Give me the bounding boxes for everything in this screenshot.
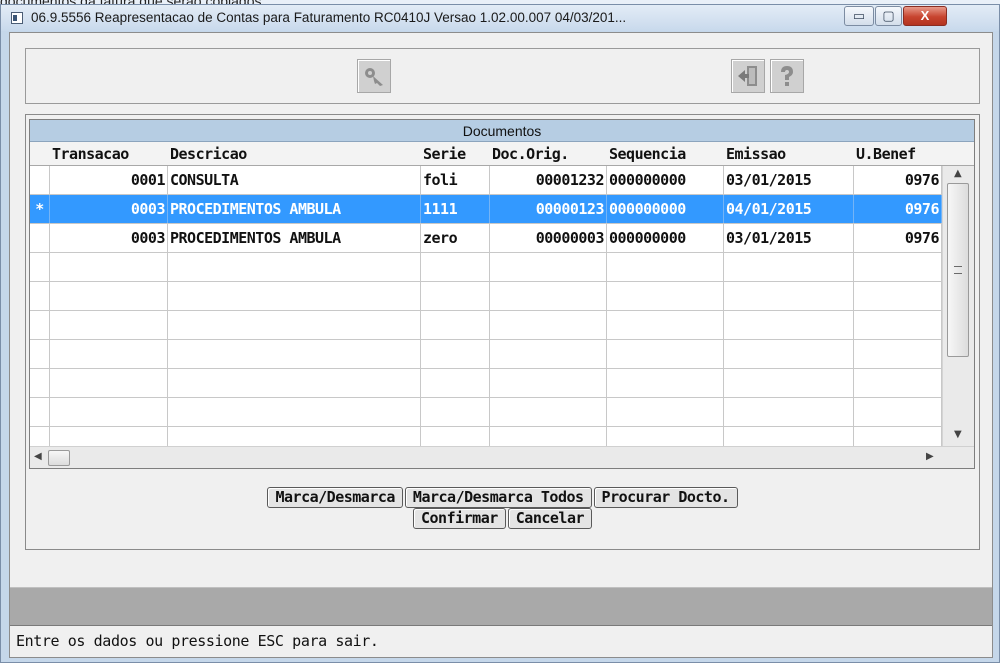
cell-doc-orig[interactable]: 00000123 (490, 195, 607, 223)
status-bar: Entre os dados ou pressione ESC para sai… (10, 625, 992, 657)
toolbar-button-key[interactable] (357, 59, 391, 93)
column-header-doc-orig[interactable]: Doc.Orig. (490, 142, 607, 165)
row-marker[interactable] (30, 166, 50, 194)
column-header-u-benef[interactable]: U.Benef (854, 142, 942, 165)
cell-serie[interactable]: zero (421, 224, 490, 252)
toolbar-button-exit[interactable] (731, 59, 765, 93)
cell-sequencia[interactable]: 000000000 (607, 224, 724, 252)
cell-transacao[interactable]: 0001 (50, 166, 168, 194)
message-band (10, 587, 992, 625)
grid-title: Documentos (30, 120, 974, 142)
app-window: 06.9.5556 Reapresentacao de Contas para … (0, 4, 1000, 663)
cell-serie[interactable]: 1111 (421, 195, 490, 223)
scroll-up-arrow-icon[interactable]: ▲ (954, 169, 962, 179)
row-marker[interactable] (30, 224, 50, 252)
maximize-button[interactable]: ▢ (875, 6, 902, 26)
window-title: 06.9.5556 Reapresentacao de Contas para … (31, 10, 627, 25)
help-question-icon (781, 66, 793, 86)
cancelar-button[interactable]: Cancelar (507, 508, 593, 529)
grid-rows: 0001 CONSULTA foli 00001232 000000000 03… (30, 166, 942, 456)
table-row[interactable]: 0001 CONSULTA foli 00001232 000000000 03… (30, 166, 942, 195)
title-bar[interactable]: 06.9.5556 Reapresentacao de Contas para … (1, 5, 999, 31)
confirmar-button[interactable]: Confirmar (412, 508, 506, 529)
action-buttons-row-2: Confirmar Cancelar (26, 508, 979, 529)
cell-descricao[interactable]: PROCEDIMENTOS AMBULA (168, 195, 421, 223)
documents-frame: Documentos Transacao Descricao Serie Doc… (25, 114, 980, 550)
procurar-docto-button[interactable]: Procurar Docto. (593, 487, 738, 508)
cell-serie[interactable]: foli (421, 166, 490, 194)
app-window-icon[interactable] (11, 12, 23, 24)
column-header-emissao[interactable]: Emissao (724, 142, 854, 165)
vertical-scrollbar[interactable]: ▲ ▼ (942, 166, 974, 446)
empty-row[interactable] (30, 398, 942, 427)
empty-row[interactable] (30, 282, 942, 311)
horizontal-scrollbar[interactable]: ◀ ▶ (30, 446, 974, 468)
marca-desmarca-todos-button[interactable]: Marca/Desmarca Todos (404, 487, 592, 508)
scroll-left-arrow-icon[interactable]: ◀ (34, 452, 42, 462)
empty-row[interactable] (30, 369, 942, 398)
cell-u-benef[interactable]: 0976 (854, 224, 942, 252)
cell-doc-orig[interactable]: 00001232 (490, 166, 607, 194)
column-header-transacao[interactable]: Transacao (50, 142, 168, 165)
action-buttons-row-1: Marca/Desmarca Marca/Desmarca Todos Procur… (26, 487, 979, 508)
cell-u-benef[interactable]: 0976 (854, 195, 942, 223)
client-area: Documentos Transacao Descricao Serie Doc… (9, 32, 993, 658)
scroll-down-arrow-icon[interactable]: ▼ (954, 430, 962, 440)
empty-row[interactable] (30, 311, 942, 340)
marca-desmarca-button[interactable]: Marca/Desmarca (267, 487, 403, 508)
cell-u-benef[interactable]: 0976 (854, 166, 942, 194)
key-icon (365, 68, 383, 86)
minimize-button[interactable]: ▭ (844, 6, 874, 26)
column-header-sequencia[interactable]: Sequencia (607, 142, 724, 165)
cell-emissao[interactable]: 03/01/2015 (724, 166, 854, 194)
cell-sequencia[interactable]: 000000000 (607, 195, 724, 223)
exit-door-icon (738, 66, 757, 86)
header-marker (30, 142, 50, 165)
cell-sequencia[interactable]: 000000000 (607, 166, 724, 194)
close-button[interactable]: X (903, 6, 947, 26)
row-marker[interactable]: * (30, 195, 50, 223)
documents-grid[interactable]: Documentos Transacao Descricao Serie Doc… (29, 119, 975, 469)
thumb-grip-icon (954, 266, 962, 274)
cell-descricao[interactable]: PROCEDIMENTOS AMBULA (168, 224, 421, 252)
grid-header: Transacao Descricao Serie Doc.Orig. Sequ… (30, 142, 974, 166)
toolbar (25, 48, 980, 104)
empty-row[interactable] (30, 253, 942, 282)
cell-descricao[interactable]: CONSULTA (168, 166, 421, 194)
empty-row[interactable] (30, 340, 942, 369)
horizontal-scroll-thumb[interactable] (48, 450, 70, 466)
vertical-scroll-thumb[interactable] (947, 183, 969, 357)
cell-emissao[interactable]: 04/01/2015 (724, 195, 854, 223)
cell-emissao[interactable]: 03/01/2015 (724, 224, 854, 252)
column-header-serie[interactable]: Serie (421, 142, 490, 165)
scroll-right-arrow-icon[interactable]: ▶ (926, 452, 934, 462)
column-header-descricao[interactable]: Descricao (168, 142, 421, 165)
cell-transacao[interactable]: 0003 (50, 195, 168, 223)
cell-transacao[interactable]: 0003 (50, 224, 168, 252)
table-row-selected[interactable]: * 0003 PROCEDIMENTOS AMBULA 1111 0000012… (30, 195, 942, 224)
toolbar-button-help[interactable] (770, 59, 804, 93)
table-row[interactable]: 0003 PROCEDIMENTOS AMBULA zero 00000003 … (30, 224, 942, 253)
cell-doc-orig[interactable]: 00000003 (490, 224, 607, 252)
